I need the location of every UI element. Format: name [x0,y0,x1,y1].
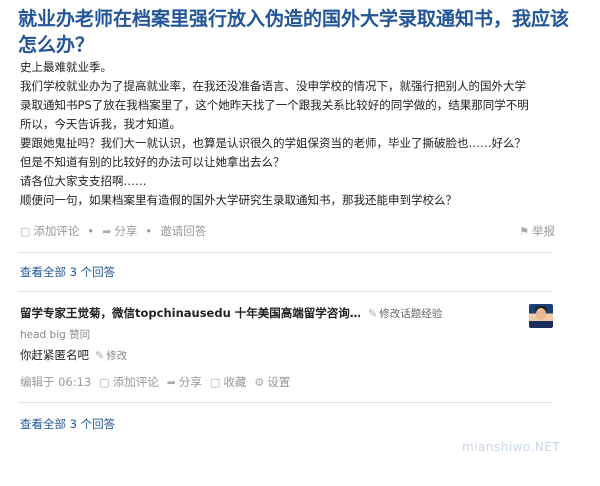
invite-answer-label: 邀请回答 [160,224,207,238]
avatar[interactable] [529,304,553,328]
pencil-icon: ✎ [95,348,105,362]
bookmark-icon: □ [209,375,221,389]
divider [18,252,553,253]
edit-signature-button[interactable]: ✎ 修改话题经验 [368,306,442,321]
share-button[interactable]: ➦ 分享 [102,223,137,239]
question-body-line: 史上最难就业季。 [20,60,112,74]
edit-answer-label: 修改 [106,349,128,362]
collect-button[interactable]: □ 收藏 [210,374,246,390]
question-body-line: 我们学校就业办为了提高就业率，在我还没准备语言、没申学校的情况下，就强行把别人的… [20,79,526,93]
add-comment-button[interactable]: ▢ 添加评论 [20,223,79,239]
view-all-answers-link[interactable]: 查看全部 3 个回答 [20,264,115,280]
question-body: 史上最难就业季。 我们学校就业办为了提高就业率，在我还没准备语言、没申学校的情况… [20,58,560,210]
edited-timestamp[interactable]: 编辑于 06:13 [20,374,91,390]
question-body-line: 要跟她鬼扯吗？我们大一就认识，也算是认识很久的学姐保资当的老师，毕业了撕破脸也…… [20,136,526,150]
question-meta: ▢ 添加评论 • ➦ 分享 • 邀请回答 ⚑ 举报 [20,222,555,240]
answer-meta: 编辑于 06:13 ▢ 添加评论 ➦ 分享 □ 收藏 ⚙ 设置 [20,373,555,391]
add-comment-label: 添加评论 [33,224,80,238]
add-comment-label: 添加评论 [112,375,159,389]
add-comment-button[interactable]: ▢ 添加评论 [99,374,158,390]
settings-button[interactable]: ⚙ 设置 [254,374,290,390]
share-icon: ➦ [102,224,112,238]
comment-icon: ▢ [20,224,31,238]
answer-voters[interactable]: head big 赞同 [20,327,90,342]
answer-content: 你赶紧匿名吧 ✎ 修改 [20,347,127,363]
comment-icon: ▢ [99,375,110,389]
share-button[interactable]: ➦ 分享 [167,374,202,390]
question-body-line: 但是不知道有别的比较好的办法可以让她拿出去么？ [20,155,285,169]
author-name-link[interactable]: 留学专家王觉菊，微信topchinausedu 十年美国高端留学咨询… [20,305,360,321]
question-body-line: 顺便问一句，如果档案里有造假的国外大学研究生录取通知书，那我还能申到学校么？ [20,193,457,207]
invite-answer-button[interactable]: 邀请回答 [160,223,206,239]
edit-signature-label: 修改话题经验 [379,307,443,320]
question-body-line: 录取通知书PS了放在我档案里了，这个她昨天找了一个跟我关系比较好的同学做的，结果… [20,98,529,112]
settings-label: 设置 [267,375,291,389]
divider [18,291,553,292]
question-title[interactable]: 就业办老师在档案里强行放入伪造的国外大学录取通知书，我应该怎么办？ [18,6,578,58]
report-label: 举报 [532,224,555,238]
pencil-icon: ✎ [368,306,378,320]
edited-timestamp-label: 编辑于 06:13 [20,375,92,389]
flag-icon: ⚑ [519,224,529,238]
divider [18,402,553,403]
watermark: mianshiwo.NET [462,440,561,454]
question-body-line: 所以，今天告诉我，我才知道。 [20,117,181,131]
share-label: 分享 [178,375,202,389]
collect-label: 收藏 [223,375,247,389]
view-all-answers-link[interactable]: 查看全部 3 个回答 [20,416,115,432]
report-button[interactable]: ⚑ 举报 [519,223,555,239]
answer-author: 留学专家王觉菊，微信topchinausedu 十年美国高端留学咨询… ✎ 修改… [20,305,450,321]
answer-text: 你赶紧匿名吧 [20,348,89,362]
gear-icon: ⚙ [254,375,265,389]
question-body-line: 请各位大家支支招啊…… [20,174,147,188]
share-icon: ➦ [166,375,176,389]
separator-dot: • [145,224,153,238]
share-label: 分享 [114,224,138,238]
separator-dot: • [87,224,95,238]
avatar-face [536,308,546,320]
edit-answer-button[interactable]: ✎ 修改 [95,348,127,363]
